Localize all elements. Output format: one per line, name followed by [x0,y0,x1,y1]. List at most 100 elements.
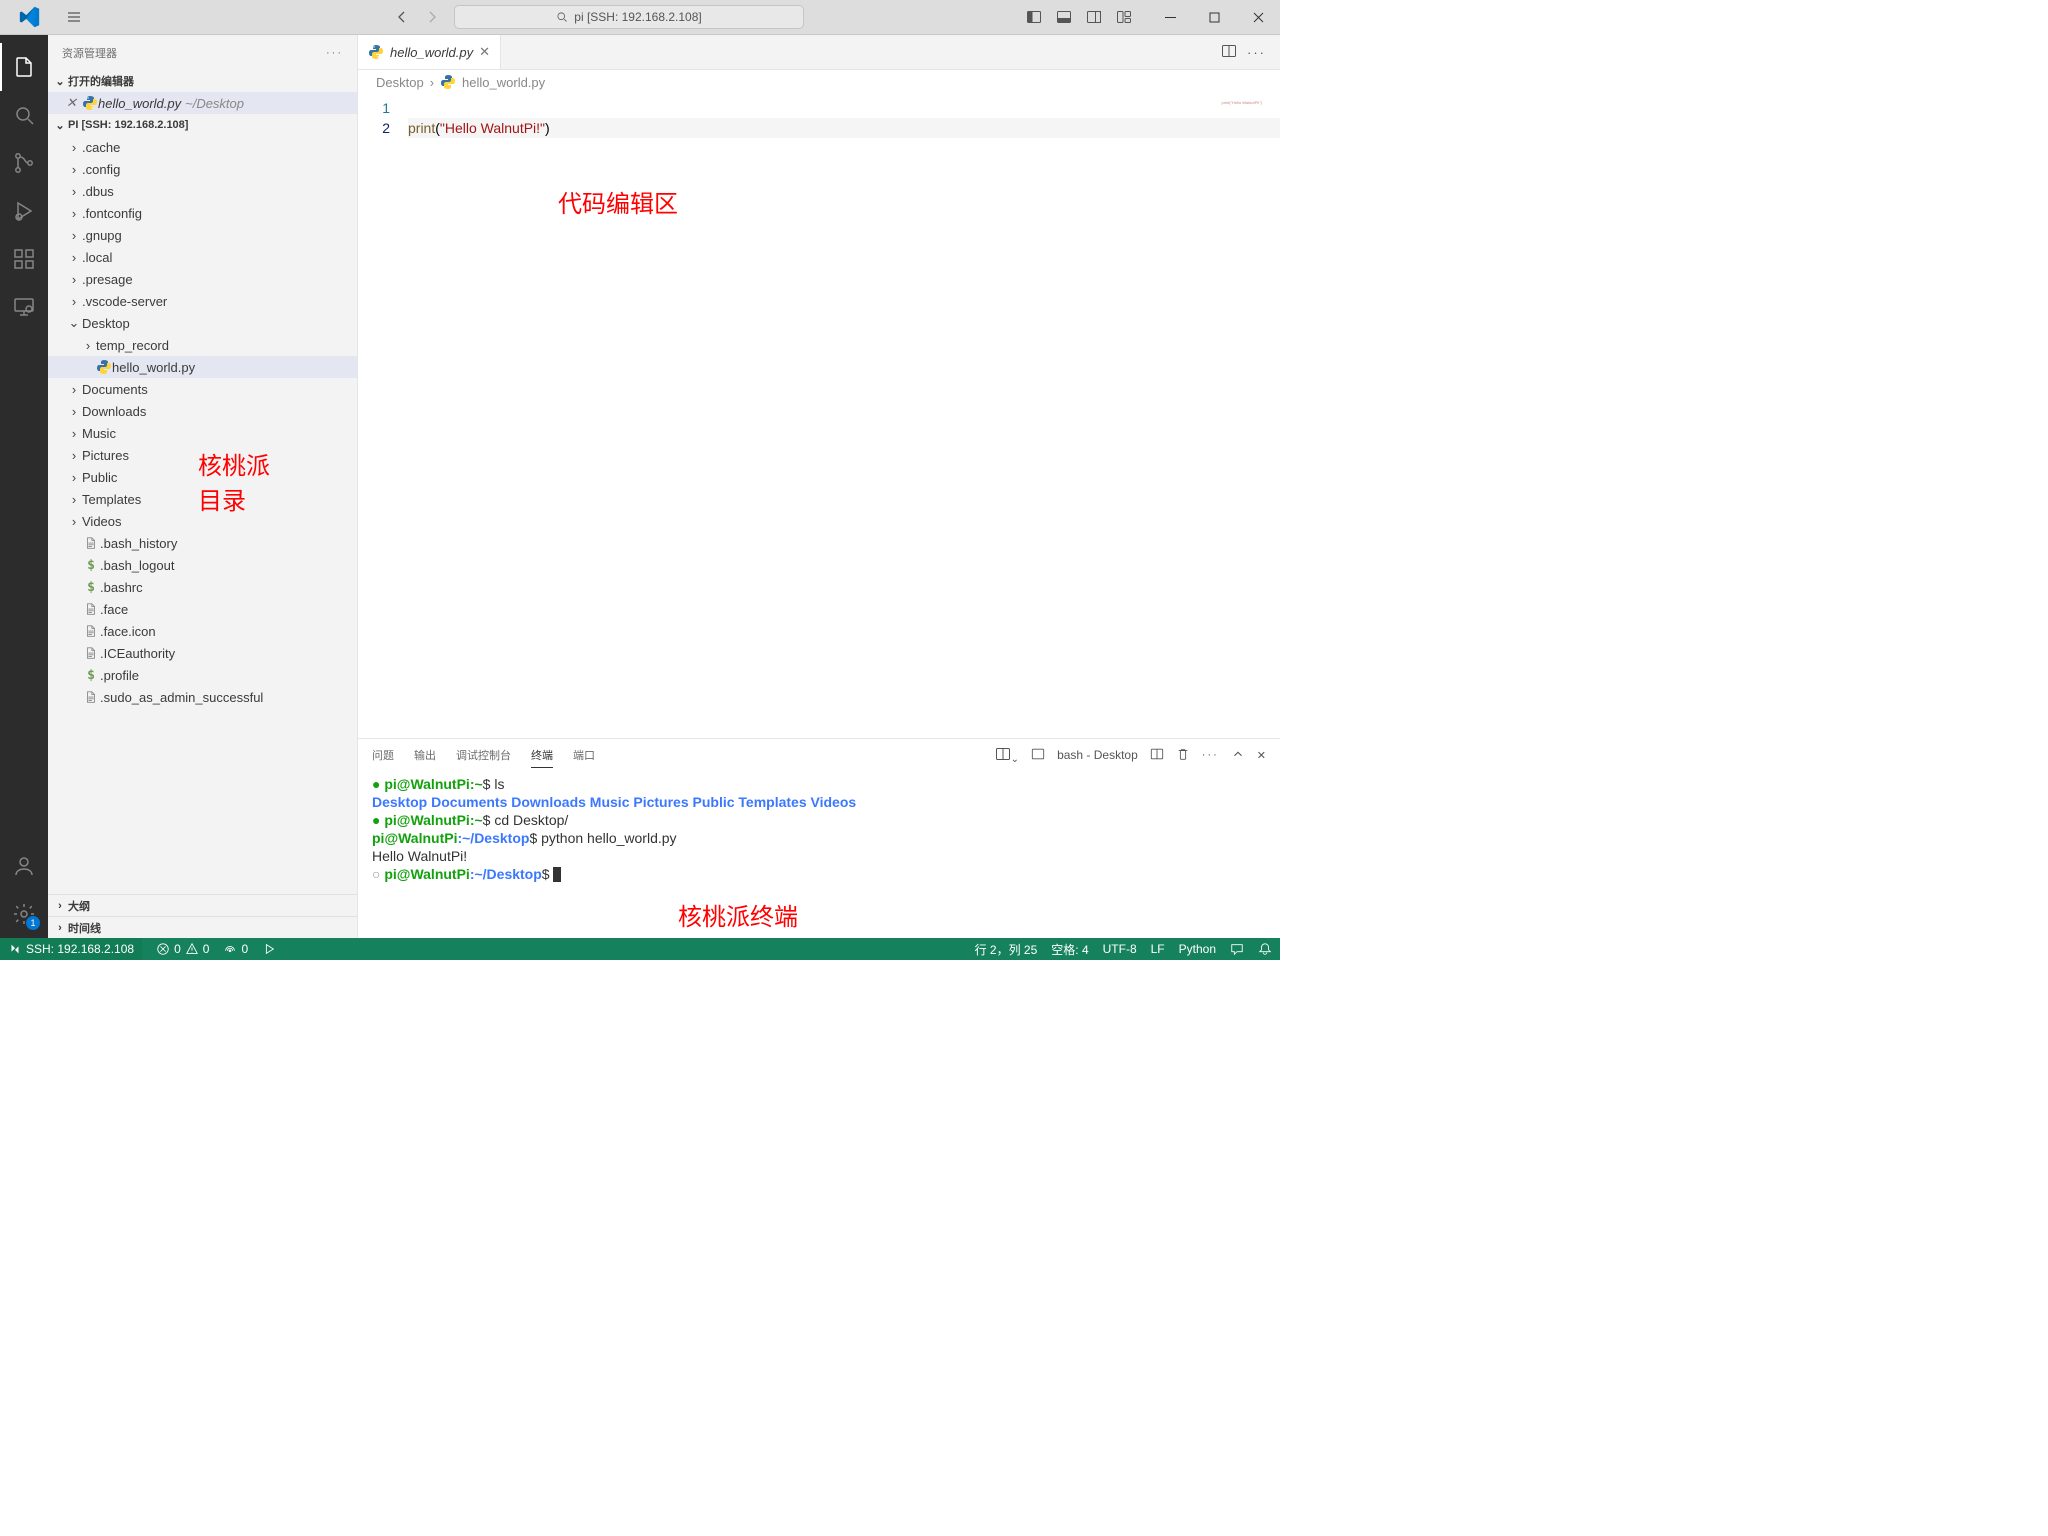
window-minimize-button[interactable] [1148,0,1192,35]
split-editor-icon[interactable] [1221,43,1237,62]
outline-section[interactable]: ›大纲 [48,894,357,916]
minimap[interactable]: print("Hello WalnutPi!") [1222,100,1262,105]
python-icon [82,95,98,111]
open-editors-section[interactable]: ⌄打开的编辑器 [48,70,357,92]
editor-area: hello_world.py ✕ ··· Desktop › hello_wor… [358,35,1280,938]
terminal-layout-icon[interactable] [1150,747,1164,764]
status-language[interactable]: Python [1179,942,1216,956]
tree-item[interactable]: .sudo_as_admin_successful [48,686,357,708]
toggle-primary-sidebar-icon[interactable] [1020,3,1048,31]
panel-more-icon[interactable]: ··· [1202,749,1219,761]
terminal-name[interactable]: bash - Desktop [1057,748,1138,762]
activity-bar: 1 [0,35,48,938]
status-problems[interactable]: 0 0 [156,942,209,956]
tree-item[interactable]: .ICEauthority [48,642,357,664]
tree-item[interactable]: $.bashrc [48,576,357,598]
status-indent[interactable]: 空格: 4 [1051,941,1088,958]
status-bar: SSH: 192.168.2.108 0 0 0 行 2，列 25 空格: 4 … [0,938,1280,960]
customize-layout-icon[interactable] [1110,3,1138,31]
tree-item[interactable]: ›.config [48,158,357,180]
activity-search[interactable] [0,91,48,139]
tab-hello-world[interactable]: hello_world.py ✕ [358,35,501,69]
close-icon[interactable]: ✕ [66,95,82,111]
status-eol[interactable]: LF [1151,942,1165,956]
nav-back-icon[interactable] [390,5,414,29]
tree-item[interactable]: ›Documents [48,378,357,400]
editor-more-icon[interactable]: ··· [1247,45,1266,60]
panel-tab-problems[interactable]: 问题 [372,743,394,767]
menu-icon[interactable] [58,9,90,25]
status-ports[interactable]: 0 [223,942,248,956]
tree-item[interactable]: ›temp_record [48,334,357,356]
timeline-section[interactable]: ›时间线 [48,916,357,938]
tree-item[interactable]: $.bash_logout [48,554,357,576]
panel-tab-debug[interactable]: 调试控制台 [456,743,511,767]
tree-item[interactable]: ›.local [48,246,357,268]
tree-item[interactable]: ›Videos [48,510,357,532]
tree-item[interactable]: ›.gnupg [48,224,357,246]
title-bar: pi [SSH: 192.168.2.108] [0,0,1280,35]
terminal-kill-icon[interactable] [1176,747,1190,764]
layout-controls [1020,3,1138,31]
panel-maximize-icon[interactable] [1231,747,1245,764]
sidebar-more-icon[interactable]: ··· [326,47,343,59]
tree-item[interactable]: .face [48,598,357,620]
activity-run-debug[interactable] [0,187,48,235]
panel-tab-terminal[interactable]: 终端 [531,743,553,768]
command-center-text: pi [SSH: 192.168.2.108] [574,10,701,24]
workspace-section[interactable]: ⌄PI [SSH: 192.168.2.108] [48,114,357,136]
tree-item[interactable]: ›Pictures [48,444,357,466]
tree-item[interactable]: ›Downloads [48,400,357,422]
tree-item[interactable]: ›Music [48,422,357,444]
activity-explorer[interactable] [0,43,48,91]
tree-item[interactable]: ›.vscode-server [48,290,357,312]
tree-item[interactable]: ›.dbus [48,180,357,202]
tree-item[interactable]: ›.fontconfig [48,202,357,224]
status-encoding[interactable]: UTF-8 [1103,942,1137,956]
explorer-sidebar: 资源管理器 ··· ⌄打开的编辑器 ✕ hello_world.py ~/Des… [48,35,358,938]
open-editor-item[interactable]: ✕ hello_world.py ~/Desktop [48,92,357,114]
activity-accounts[interactable] [0,842,48,890]
tree-item[interactable]: ›Public [48,466,357,488]
tree-item[interactable]: ›Templates [48,488,357,510]
tab-close-icon[interactable]: ✕ [479,44,490,60]
toggle-panel-icon[interactable] [1050,3,1078,31]
terminal-cursor [553,867,561,882]
activity-source-control[interactable] [0,139,48,187]
activity-remote-explorer[interactable] [0,283,48,331]
tree-item[interactable]: ›.cache [48,136,357,158]
editor-tabs: hello_world.py ✕ ··· [358,35,1280,70]
tree-item[interactable]: hello_world.py [48,356,357,378]
code-editor[interactable]: 1 2 print("Hello WalnutPi!") print("Hell… [358,94,1280,738]
bottom-panel: 问题 输出 调试控制台 终端 端口 ⌄ bash - Desktop ··· ✕… [358,738,1280,938]
status-debug[interactable] [262,942,276,956]
settings-badge: 1 [26,916,40,930]
terminal-split-icon[interactable]: ⌄ [995,746,1019,765]
window-maximize-button[interactable] [1192,0,1236,35]
breadcrumb[interactable]: Desktop › hello_world.py [358,70,1280,94]
activity-settings[interactable]: 1 [0,890,48,938]
status-cursor[interactable]: 行 2，列 25 [975,941,1038,958]
toggle-secondary-sidebar-icon[interactable] [1080,3,1108,31]
tree-item[interactable]: .face.icon [48,620,357,642]
chevron-right-icon: › [430,75,434,90]
vscode-logo [0,6,58,28]
terminal-profile-icon[interactable] [1031,747,1045,764]
panel-tab-output[interactable]: 输出 [414,743,436,767]
sidebar-title: 资源管理器 [62,45,117,61]
tree-item[interactable]: ⌄Desktop [48,312,357,334]
nav-forward-icon[interactable] [420,5,444,29]
tree-item[interactable]: $.profile [48,664,357,686]
status-bell-icon[interactable] [1258,942,1272,956]
tree-item[interactable]: ›.presage [48,268,357,290]
command-center[interactable]: pi [SSH: 192.168.2.108] [454,5,804,29]
python-icon [368,44,384,60]
activity-extensions[interactable] [0,235,48,283]
window-close-button[interactable] [1236,0,1280,35]
panel-close-icon[interactable]: ✕ [1257,749,1266,762]
status-remote[interactable]: SSH: 192.168.2.108 [0,938,142,960]
tree-item[interactable]: .bash_history [48,532,357,554]
status-feedback-icon[interactable] [1230,942,1244,956]
panel-tab-ports[interactable]: 端口 [573,743,595,767]
terminal[interactable]: ● pi@WalnutPi:~$ ls Desktop Documents Do… [358,771,1280,938]
